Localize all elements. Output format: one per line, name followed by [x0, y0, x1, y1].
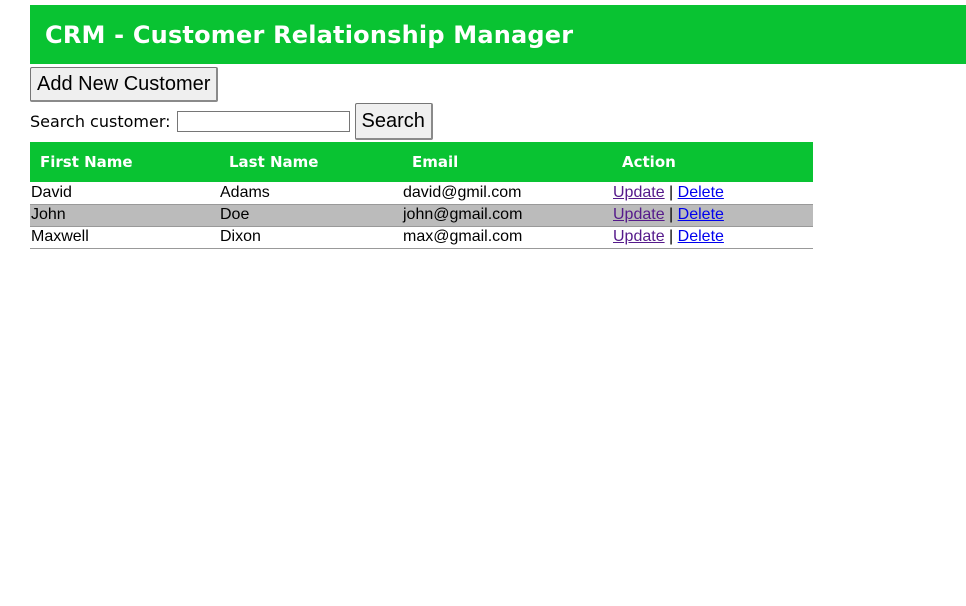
- cell-email: david@gmil.com: [402, 182, 612, 205]
- page-title: CRM - Customer Relationship Manager: [45, 20, 574, 49]
- add-customer-button[interactable]: Add New Customer: [30, 67, 219, 102]
- page-wrapper: CRM - Customer Relationship Manager Add …: [30, 5, 966, 249]
- cell-action: Update | Delete: [612, 182, 813, 205]
- search-input[interactable]: [176, 111, 350, 132]
- column-header-action: Action: [622, 153, 676, 171]
- delete-link[interactable]: Delete: [678, 206, 724, 223]
- cell-first-name: David: [30, 182, 219, 205]
- search-button[interactable]: Search: [354, 103, 433, 140]
- delete-link[interactable]: Delete: [678, 228, 724, 245]
- update-link[interactable]: Update: [613, 206, 665, 223]
- action-separator: |: [669, 206, 674, 223]
- cell-last-name: Doe: [219, 204, 402, 227]
- update-link[interactable]: Update: [613, 184, 665, 201]
- action-separator: |: [669, 183, 674, 201]
- column-header-first-name: First Name: [40, 153, 133, 171]
- column-header-last-name: Last Name: [229, 153, 319, 171]
- action-separator: |: [669, 228, 674, 245]
- header-bar: CRM - Customer Relationship Manager: [30, 5, 966, 64]
- table-row: Maxwell Dixon max@gmail.com Update | Del…: [30, 226, 813, 249]
- cell-last-name: Dixon: [219, 226, 402, 249]
- cell-last-name: Adams: [219, 182, 402, 205]
- search-form: Search customer: Search: [30, 103, 813, 140]
- table-row: David Adams david@gmil.com Update | Dele…: [30, 182, 813, 205]
- update-link[interactable]: Update: [613, 228, 665, 245]
- cell-email: john@gmail.com: [402, 204, 612, 227]
- delete-link[interactable]: Delete: [678, 184, 724, 201]
- cell-action: Update | Delete: [612, 226, 813, 249]
- search-label: Search customer:: [30, 112, 171, 131]
- table-row: John Doe john@gmail.com Update | Delete: [30, 204, 813, 227]
- cell-action: Update | Delete: [612, 204, 813, 227]
- column-header-email: Email: [412, 153, 459, 171]
- cell-email: max@gmail.com: [402, 226, 612, 249]
- customer-table: First Name Last Name Email Action David …: [30, 142, 813, 249]
- cell-first-name: John: [30, 204, 219, 227]
- cell-first-name: Maxwell: [30, 226, 219, 249]
- content-container: Add New Customer Search customer: Search…: [30, 67, 813, 249]
- table-header-row: First Name Last Name Email Action: [30, 142, 813, 182]
